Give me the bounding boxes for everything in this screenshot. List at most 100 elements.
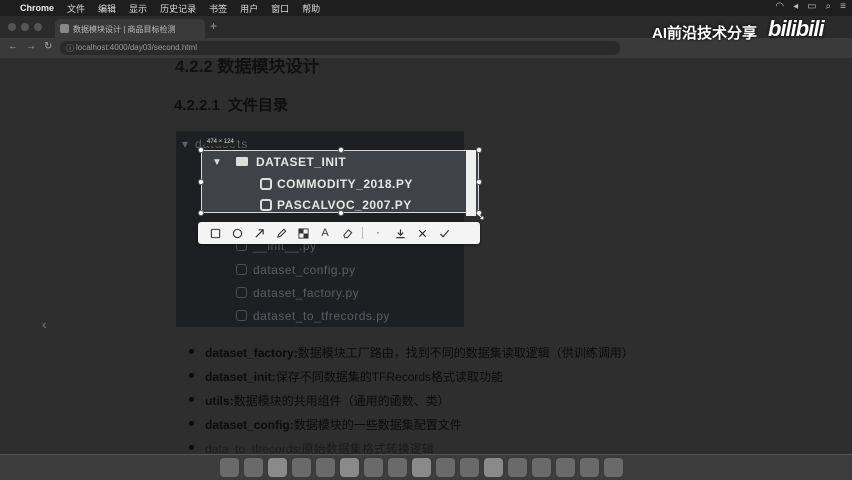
text-icon[interactable]: A [314, 224, 336, 242]
list-item: data_to_tfrecords:原始数据集格式转换逻辑 [189, 440, 634, 454]
trash-icon[interactable] [604, 458, 623, 477]
eraser-icon[interactable] [336, 224, 358, 242]
tree-file: dataset_config.py [236, 263, 356, 277]
tree-file-selected: PASCALVOC_2007.PY [260, 198, 412, 212]
list-item-key: utils: [205, 394, 234, 408]
confirm-icon[interactable] [433, 224, 455, 242]
dock-icons [220, 458, 623, 477]
url-field[interactable]: ⓘ localhost:4000/day03/second.html [60, 41, 620, 55]
calendar-icon[interactable] [364, 458, 383, 477]
new-tab-icon[interactable]: + [210, 19, 217, 33]
tree-folder-label: DATASET_INIT [256, 155, 347, 169]
status-icons: ◠ ◂ ▭ ⌕ ≡ [775, 1, 846, 12]
reload-icon[interactable]: ↻ [44, 41, 52, 52]
menu-bar: Chrome 文件 编辑 显示 历史记录 书签 用户 窗口 帮助 ◠ ◂ ▭ ⌕… [0, 0, 852, 16]
tree-file: dataset_factory.py [236, 286, 359, 300]
undo-icon[interactable]: · [367, 224, 389, 242]
tree-folder: DATASET_INIT [236, 155, 346, 169]
python-file-icon [260, 199, 272, 211]
search-icon[interactable]: ⌕ [826, 1, 832, 12]
list-item: dataset_factory:数据模块工厂路由，找到不同的数据集读取逻辑（供训… [189, 344, 634, 368]
list-item-text: 数据模块工厂路由，找到不同的数据集读取逻辑（供训练调用） [297, 346, 634, 360]
finder-window-icon[interactable] [436, 458, 455, 477]
channel-watermark: AI前沿技术分享 [652, 25, 758, 42]
system-preferences-icon[interactable] [532, 458, 551, 477]
section-heading-partial: 4.2.2 数据模块设计 [175, 58, 320, 76]
list-item: dataset_config:数据模块的一些数据集配置文件 [189, 416, 634, 440]
section-number: 4.2.2.1 [174, 97, 220, 114]
section-title: 文件目录 [227, 97, 288, 114]
preview-icon[interactable] [460, 458, 479, 477]
close-window-button[interactable] [8, 23, 16, 31]
menu-item-bookmarks[interactable]: 书签 [209, 2, 227, 15]
terminal-icon[interactable] [388, 458, 407, 477]
resize-handle[interactable] [198, 147, 204, 153]
wechat-icon[interactable] [484, 458, 503, 477]
caret-down-icon: ▼ [212, 157, 222, 168]
rectangle-icon[interactable] [204, 224, 226, 242]
zoom-window-button[interactable] [34, 23, 42, 31]
dock [0, 454, 852, 480]
menu-item-people[interactable]: 用户 [240, 2, 258, 15]
selection-size-badge: 474 × 124 [204, 138, 237, 146]
list-item-key: dataset_init: [205, 370, 276, 384]
list-item-key: dataset_factory: [205, 346, 298, 360]
back-icon[interactable]: ← [8, 41, 18, 52]
safari-icon[interactable] [268, 458, 287, 477]
menu-item-file[interactable]: 文件 [67, 2, 85, 15]
list-item-text: 原始数据集格式转换逻辑 [301, 442, 434, 454]
menu-list-icon[interactable]: ≡ [840, 1, 846, 12]
favicon-icon [60, 24, 69, 33]
downloads-icon[interactable] [580, 458, 599, 477]
list-item: utils:数据模块的共用组件（通用的函数、类） [189, 392, 634, 416]
chrome-icon[interactable] [292, 458, 311, 477]
pycharm-icon[interactable] [412, 458, 431, 477]
list-item-text: 数据模块的一些数据集配置文件 [293, 418, 462, 432]
resize-handle[interactable] [198, 210, 204, 216]
menu-item-chrome[interactable]: Chrome [20, 3, 54, 13]
list-item: dataset_init:保存不同数据集的TFRecords格式读取功能 [189, 368, 634, 392]
url-text: localhost:4000/day03/second.html [76, 43, 197, 52]
resize-handle[interactable] [338, 147, 344, 153]
minimize-window-button[interactable] [21, 23, 29, 31]
python-file-icon [236, 310, 247, 321]
close-icon[interactable] [411, 224, 433, 242]
ellipse-icon[interactable] [226, 224, 248, 242]
screenshot-toolbar: A · [198, 222, 480, 244]
resize-handle[interactable] [476, 179, 482, 185]
menu-item-window[interactable]: 窗口 [271, 2, 289, 15]
forward-icon[interactable]: → [26, 41, 36, 52]
music-icon[interactable] [556, 458, 575, 477]
scrollbar-thumb[interactable] [466, 150, 476, 216]
menu-item-help[interactable]: 帮助 [302, 2, 320, 15]
download-icon[interactable] [389, 224, 411, 242]
resize-handle[interactable] [476, 147, 482, 153]
resize-handle[interactable] [198, 179, 204, 185]
chevron-left-icon[interactable]: ‹ [42, 316, 47, 332]
launchpad-icon[interactable] [244, 458, 263, 477]
screenshot-selection[interactable]: 474 × 124 ▼ DATASET_INIT COMMODITY_2018.… [198, 138, 482, 216]
menu-item-history[interactable]: 历史记录 [160, 2, 196, 15]
mail-icon[interactable] [316, 458, 335, 477]
folder-icon [236, 157, 248, 166]
battery-icon[interactable]: ▭ [807, 1, 816, 12]
list-item-text: 保存不同数据集的TFRecords格式读取功能 [275, 370, 504, 384]
tree-file: dataset_to_tfrecords.py [236, 309, 390, 323]
window-controls [8, 23, 42, 31]
nav-buttons: ← → ↻ [8, 41, 52, 52]
finder-icon[interactable] [220, 458, 239, 477]
app-store-icon[interactable] [508, 458, 527, 477]
pen-icon[interactable] [270, 224, 292, 242]
volume-icon[interactable]: ◂ [793, 1, 798, 12]
menu-item-view[interactable]: 显示 [129, 2, 147, 15]
info-icon[interactable]: ⓘ [66, 43, 74, 54]
tree-file-label: PASCALVOC_2007.PY [277, 198, 412, 212]
wifi-icon[interactable]: ◠ [775, 1, 784, 12]
document-page: 4.2.2 数据模块设计 4.2.2.1文件目录 ‹ ▾datasets __i… [0, 58, 852, 454]
menu-item-edit[interactable]: 编辑 [98, 2, 116, 15]
mosaic-icon[interactable] [292, 224, 314, 242]
notes-icon[interactable] [340, 458, 359, 477]
browser-tab[interactable]: 数据模块设计 | 商品目标检测 [55, 19, 205, 38]
module-description-list: dataset_factory:数据模块工厂路由，找到不同的数据集读取逻辑（供训… [189, 344, 634, 454]
arrow-icon[interactable] [248, 224, 270, 242]
